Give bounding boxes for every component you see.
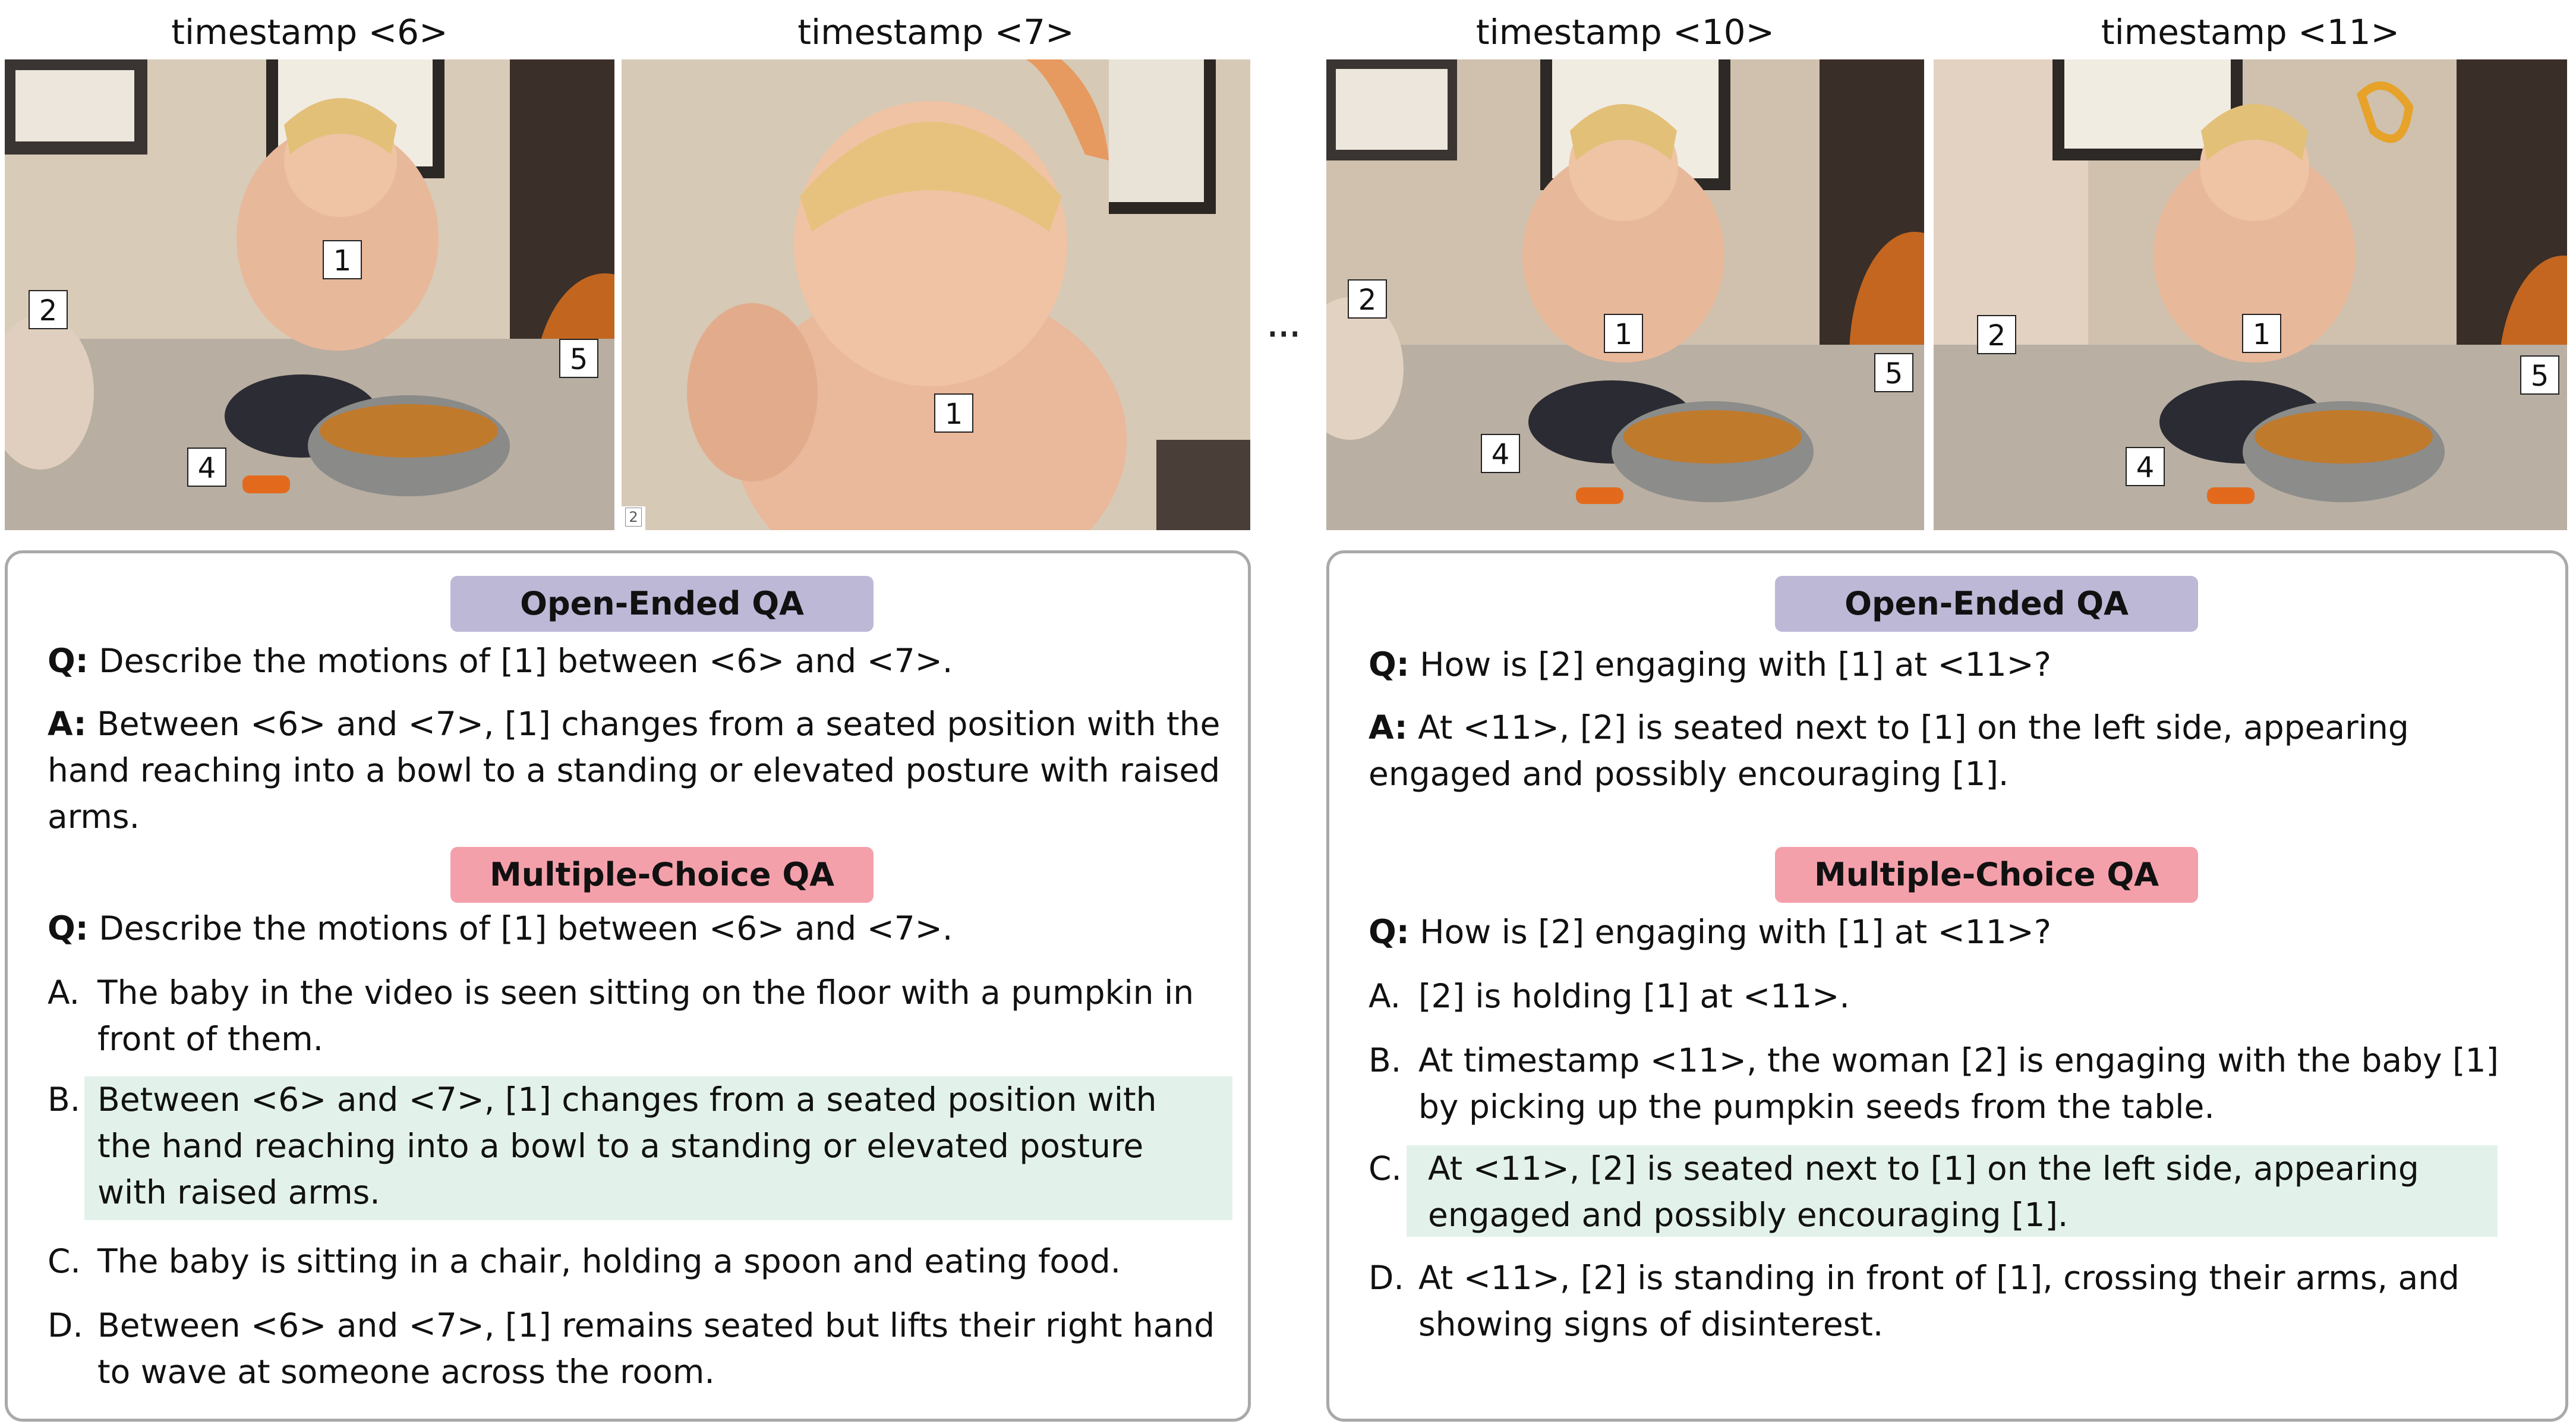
object-tag: 2	[29, 290, 68, 329]
option-letter: B.	[1369, 1041, 1402, 1079]
option-text: Between <6> and <7>, [1] remains seated …	[97, 1306, 1215, 1344]
option-text: At <11>, [2] is seated next to [1] on th…	[1428, 1149, 2419, 1187]
object-tag: 1	[934, 393, 973, 433]
q-label: Q:	[1369, 645, 1410, 683]
question-text: How is [2] engaging with [1] at <11>?	[1409, 913, 2051, 951]
option-a: A. [2] is holding [1] at <11>.	[1369, 973, 2551, 1019]
timestamp-label-11: timestamp <11>	[2101, 12, 2400, 52]
open-answer-line: A: At <11>, [2] is seated next to [1] on…	[1369, 704, 2409, 751]
video-frame-6: 1 2 4 5	[5, 59, 614, 530]
object-tag: 2	[1348, 279, 1387, 319]
object-tag: 1	[2242, 314, 2281, 353]
option-a: A. The baby in the video is seen sitting…	[48, 969, 1236, 1062]
option-letter: C.	[1369, 1149, 1402, 1187]
timestamp-label-6: timestamp <6>	[171, 12, 448, 52]
object-tag: 5	[1874, 353, 1913, 392]
option-letter: D.	[48, 1306, 83, 1344]
answer-text: At <11>, [2] is seated next to [1] on th…	[1407, 708, 2409, 746]
q-label: Q:	[1369, 913, 1410, 951]
video-frame-11: 2 1 4 5	[1934, 59, 2567, 530]
object-tag: 4	[2126, 447, 2165, 486]
option-text: by picking up the pumpkin seeds from the…	[1418, 1088, 2215, 1126]
option-c: C. The baby is sitting in a chair, holdi…	[48, 1238, 1236, 1284]
option-b-correct: B. Between <6> and <7>, [1] changes from…	[48, 1076, 1236, 1215]
question-text: Describe the motions of [1] between <6> …	[88, 642, 953, 680]
option-d: D. At <11>, [2] is standing in front of …	[1369, 1255, 2551, 1347]
option-text: showing signs of disinterest.	[1418, 1305, 1884, 1343]
q-label: Q:	[48, 642, 89, 680]
frame-corner-number: 2	[625, 508, 642, 527]
option-letter: B.	[48, 1081, 81, 1119]
video-frame-7: 1 2	[622, 59, 1250, 530]
open-answer-line: A: Between <6> and <7>, [1] changes from…	[48, 701, 1220, 747]
video-frame-10: 2 1 4 5	[1326, 59, 1924, 530]
open-question: Q: How is [2] engaging with [1] at <11>?	[1369, 641, 2051, 688]
option-text: [2] is holding [1] at <11>.	[1418, 977, 1850, 1015]
object-tag: 1	[323, 240, 362, 279]
a-label: A:	[1369, 708, 1408, 746]
open-ended-qa-header: Open-Ended QA	[1775, 576, 2198, 632]
left-qa-panel: Open-Ended QA Q: Describe the motions of…	[5, 550, 1251, 1422]
option-b: B. At timestamp <11>, the woman [2] is e…	[1369, 1037, 2551, 1130]
option-letter: A.	[1369, 977, 1401, 1015]
question-text: Describe the motions of [1] between <6> …	[88, 909, 953, 947]
ellipsis: ···	[1266, 309, 1302, 359]
option-letter: C.	[48, 1242, 81, 1280]
multiple-choice-qa-header: Multiple-Choice QA	[1775, 847, 2198, 903]
object-tag: 2	[1977, 315, 2016, 354]
option-text: to wave at someone across the room.	[97, 1353, 715, 1391]
option-text: The baby is sitting in a chair, holding …	[97, 1242, 1121, 1280]
object-tag: 5	[2520, 355, 2559, 395]
option-letter: A.	[48, 974, 80, 1012]
object-tag: 1	[1604, 314, 1643, 353]
open-answer-line: arms.	[48, 798, 140, 836]
option-text: with raised arms.	[97, 1173, 380, 1211]
object-tag: 5	[559, 339, 598, 378]
option-text: engaged and possibly encouraging [1].	[1428, 1196, 2069, 1234]
open-answer-line: hand reaching into a bowl to a standing …	[48, 751, 1221, 789]
option-d: D. Between <6> and <7>, [1] remains seat…	[48, 1302, 1236, 1395]
option-text: the hand reaching into a bowl to a stand…	[97, 1127, 1144, 1165]
mc-question: Q: How is [2] engaging with [1] at <11>?	[1369, 909, 2051, 955]
object-tag: 4	[1481, 434, 1520, 473]
option-text: At <11>, [2] is standing in front of [1]…	[1418, 1259, 2460, 1297]
right-qa-panel: Open-Ended QA Q: How is [2] engaging wit…	[1326, 550, 2568, 1422]
timestamp-label-10: timestamp <10>	[1475, 12, 1775, 52]
option-text: The baby in the video is seen sitting on…	[97, 974, 1194, 1012]
option-text: Between <6> and <7>, [1] changes from a …	[97, 1081, 1157, 1119]
answer-text: Between <6> and <7>, [1] changes from a …	[86, 705, 1221, 743]
open-ended-qa-header: Open-Ended QA	[450, 576, 874, 632]
open-answer-line: engaged and possibly encouraging [1].	[1369, 755, 2009, 793]
option-c-correct: C. At <11>, [2] is seated next to [1] on…	[1369, 1145, 2551, 1238]
object-tag: 4	[187, 448, 226, 487]
a-label: A:	[48, 705, 87, 743]
timestamp-label-7: timestamp <7>	[797, 12, 1074, 52]
option-text: At timestamp <11>, the woman [2] is enga…	[1418, 1041, 2499, 1079]
multiple-choice-qa-header: Multiple-Choice QA	[450, 847, 874, 903]
q-label: Q:	[48, 909, 89, 947]
option-text: front of them.	[97, 1020, 324, 1058]
open-question: Q: Describe the motions of [1] between <…	[48, 638, 953, 684]
question-text: How is [2] engaging with [1] at <11>?	[1409, 645, 2051, 683]
mc-question: Q: Describe the motions of [1] between <…	[48, 905, 953, 952]
option-letter: D.	[1369, 1259, 1404, 1297]
